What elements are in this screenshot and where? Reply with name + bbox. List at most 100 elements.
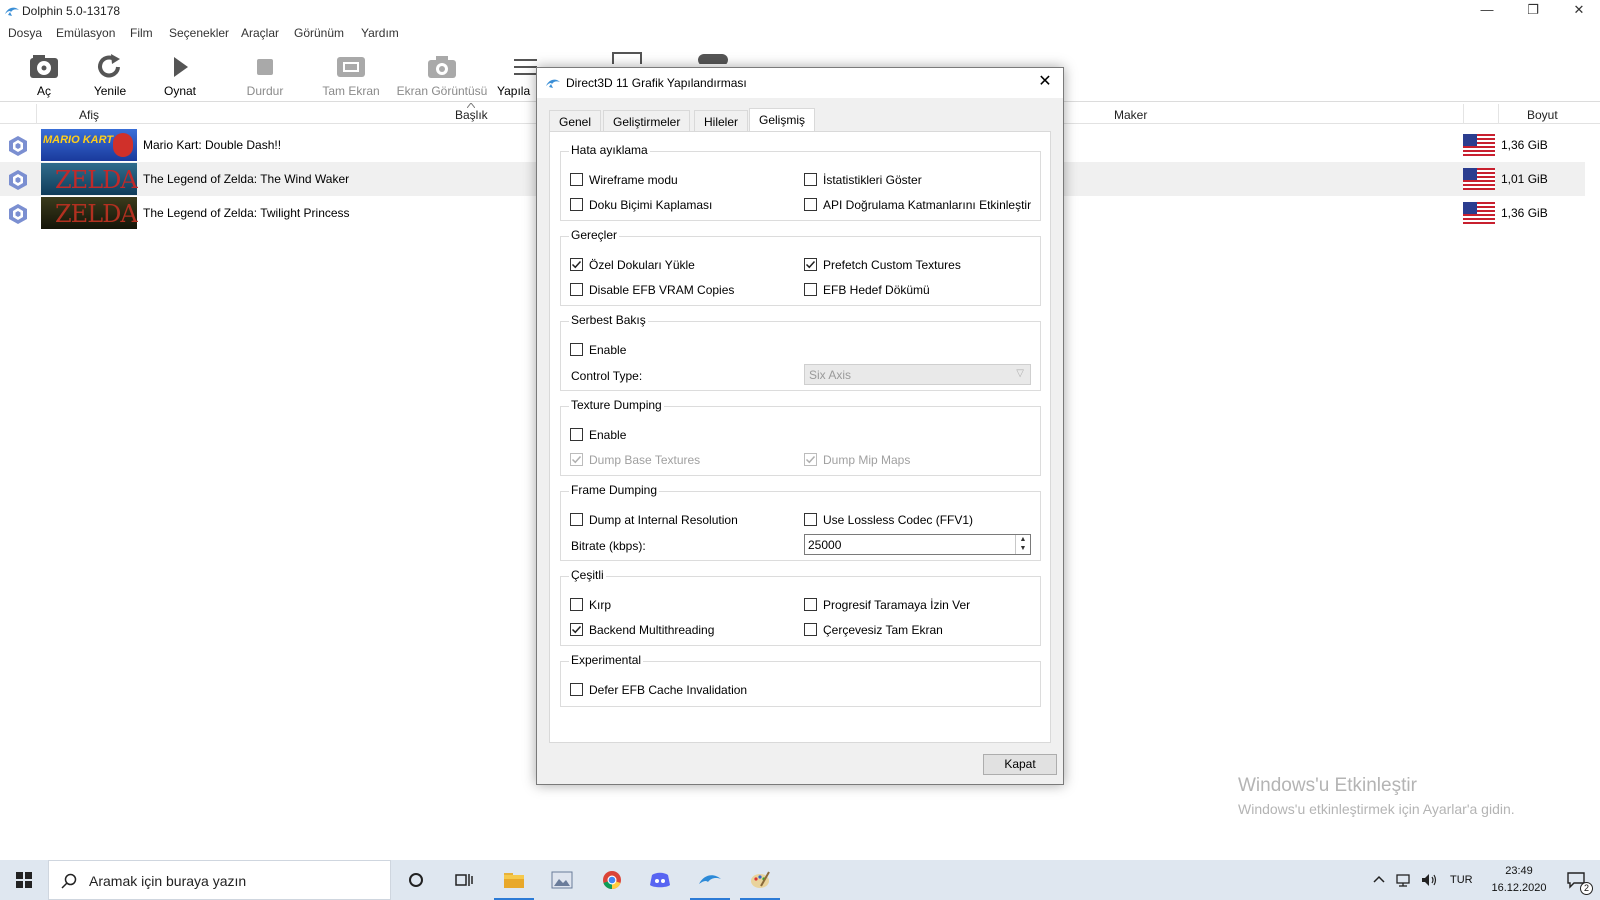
folder-icon [504, 873, 524, 888]
menu-emulation[interactable]: Emülasyon [56, 26, 115, 40]
open-button[interactable]: Aç [14, 46, 74, 102]
tab-general[interactable]: Genel [549, 110, 602, 132]
menu-movie[interactable]: Film [130, 26, 153, 40]
close-dialog-button[interactable]: Kapat [983, 754, 1057, 775]
column-size[interactable]: Boyut [1527, 108, 1558, 122]
group-label: Gereçler [569, 228, 620, 242]
game-title: The Legend of Zelda: The Wind Waker [143, 172, 350, 186]
checkmark-icon [805, 260, 816, 269]
game-title: Mario Kart: Double Dash!! [143, 138, 282, 152]
clock[interactable]: 23:49 16.12.2020 [1484, 860, 1554, 900]
photos-taskbar-button[interactable] [538, 860, 586, 900]
dolphin-logo-icon [5, 7, 19, 16]
texture-dumping-group: Texture Dumping Enable Dump Base Texture… [560, 398, 1041, 476]
tab-hacks[interactable]: Hileler [694, 110, 749, 132]
refresh-button[interactable]: Yenile [80, 46, 140, 102]
graphics-config-button[interactable]: Yapıla [497, 46, 537, 102]
spin-down-icon[interactable]: ▼ [1016, 544, 1030, 553]
chevron-up-icon [1373, 875, 1385, 883]
frame-dumping-group: Frame Dumping Dump at Internal Resolutio… [560, 483, 1041, 561]
checkmark-icon [571, 455, 582, 464]
game-size: 1,01 GiB [1501, 172, 1548, 186]
cortana-circle-icon [409, 873, 423, 887]
tab-advanced[interactable]: Gelişmiş [749, 108, 816, 132]
task-view-button[interactable] [440, 860, 488, 900]
network-tray-button[interactable] [1392, 860, 1414, 900]
game-size: 1,36 GiB [1501, 206, 1548, 220]
restore-button[interactable]: ❐ [1510, 0, 1556, 22]
clock-date: 16.12.2020 [1491, 882, 1547, 894]
action-center-button[interactable]: 2 [1560, 860, 1594, 900]
game-banner: MARIO KART [41, 129, 137, 161]
input-language-indicator[interactable]: TUR [1448, 860, 1476, 900]
game-banner: ZELDA [41, 163, 138, 195]
main-title-bar: Dolphin 5.0-13178 — ❐ ✕ [0, 0, 1600, 22]
menu-tools[interactable]: Araçlar [241, 26, 279, 40]
usa-flag-icon [1463, 134, 1495, 156]
dolphin-app: Dolphin 5.0-13178 — ❐ ✕ Dosya Emülasyon … [0, 0, 1600, 900]
open-disc-icon [30, 55, 58, 78]
volume-tray-button[interactable] [1418, 860, 1440, 900]
file-explorer-taskbar-button[interactable] [490, 860, 538, 900]
windows-logo-icon [16, 872, 32, 888]
spin-buttons[interactable]: ▲ ▼ [1015, 535, 1030, 554]
search-icon [61, 873, 77, 889]
bitrate-label: Bitrate (kbps): [571, 539, 646, 553]
dolphin-icon [699, 875, 721, 884]
control-type-label: Control Type: [571, 369, 643, 383]
debugging-group: Hata ayıklama Wireframe modu İstatistikl… [560, 143, 1041, 221]
start-button[interactable] [0, 860, 48, 900]
image-viewer-icon [551, 871, 573, 889]
stop-icon [257, 59, 273, 75]
menu-view[interactable]: Görünüm [294, 26, 344, 40]
control-type-select: Six Axis ▽ [804, 364, 1031, 385]
freelook-group: Serbest Bakış Enable Control Type: Six A… [560, 313, 1041, 391]
dolphin-logo-icon [546, 79, 560, 88]
game-banner: ZELDA [41, 197, 138, 229]
window-title: Dolphin 5.0-13178 [22, 4, 121, 18]
notification-count-badge: 2 [1580, 882, 1593, 895]
bitrate-spinbox[interactable]: 25000 ▲ ▼ [804, 534, 1031, 555]
screenshot-button[interactable]: Ekran Görüntüsü [396, 46, 488, 102]
discord-taskbar-button[interactable] [636, 860, 684, 900]
dolphin-taskbar-button[interactable] [686, 860, 734, 900]
column-maker[interactable]: Maker [1114, 108, 1147, 122]
column-banner[interactable]: Afiş [79, 108, 99, 122]
game-size: 1,36 GiB [1501, 138, 1548, 152]
network-icon [1396, 874, 1410, 887]
column-title[interactable]: Başlık [455, 108, 488, 122]
group-label: Frame Dumping [569, 483, 660, 497]
activation-watermark-title: Windows'u Etkinleştir [1238, 775, 1417, 796]
gamecube-platform-icon [9, 170, 27, 190]
column-divider [1463, 104, 1464, 124]
checkmark-icon [571, 625, 582, 634]
minimize-button[interactable]: — [1464, 0, 1510, 22]
group-label: Texture Dumping [569, 398, 664, 412]
tray-overflow-button[interactable] [1370, 860, 1388, 900]
menu-file[interactable]: Dosya [8, 26, 42, 40]
taskbar-search-box[interactable]: Aramak için buraya yazın [48, 860, 391, 900]
advanced-panel: Hata ayıklama Wireframe modu İstatistikl… [549, 131, 1051, 743]
experimental-group: Experimental Defer EFB Cache Invalidatio… [560, 653, 1041, 707]
task-view-icon [455, 874, 473, 886]
menu-help[interactable]: Yardım [361, 26, 399, 40]
gamepad-icon [698, 54, 728, 64]
cortana-button[interactable] [392, 860, 440, 900]
chrome-taskbar-button[interactable] [588, 860, 636, 900]
windows-taskbar: Aramak için buraya yazın TUR 23:49 16.12… [0, 860, 1600, 900]
spin-up-icon[interactable]: ▲ [1016, 535, 1030, 544]
monitor-icon [612, 52, 642, 64]
play-button[interactable]: Oynat [150, 46, 210, 102]
stop-button[interactable]: Durdur [235, 46, 295, 102]
dialog-title-bar: Direct3D 11 Grafik Yapılandırması ✕ [537, 68, 1063, 98]
group-label: Çeşitli [569, 568, 606, 582]
close-window-button[interactable]: ✕ [1556, 0, 1600, 22]
clock-time: 23:49 [1505, 865, 1533, 877]
menu-options[interactable]: Seçenekler [169, 26, 229, 40]
paint-taskbar-button[interactable] [736, 860, 784, 900]
usa-flag-icon [1463, 168, 1495, 190]
dialog-close-icon[interactable]: ✕ [1035, 72, 1055, 92]
fullscreen-button[interactable]: Tam Ekran [315, 46, 387, 102]
tab-enhancements[interactable]: Geliştirmeler [603, 110, 691, 132]
sort-arrow-icon [467, 103, 475, 108]
